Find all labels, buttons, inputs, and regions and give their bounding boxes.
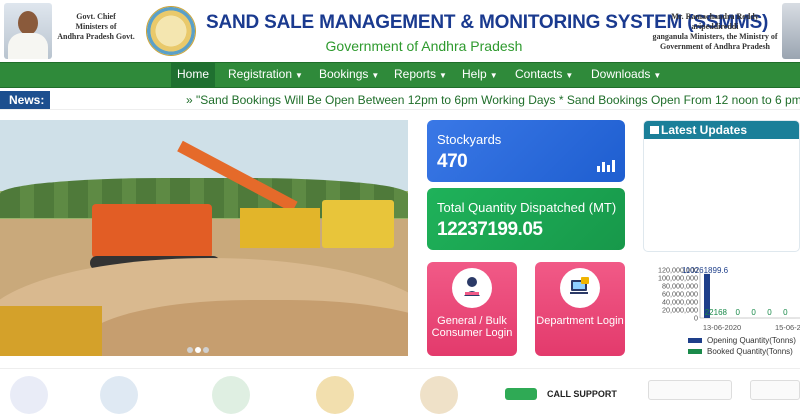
stockyards-value: 470 (437, 151, 467, 173)
nav-home[interactable]: Home (171, 63, 215, 87)
chief-minister-photo (4, 3, 52, 59)
nav-contacts[interactable]: Contacts▼ (515, 63, 573, 87)
news-label: News: (0, 91, 50, 109)
emblem-card[interactable] (648, 380, 732, 400)
y-tick-label: 20,000,000 (662, 306, 698, 315)
building-icon[interactable] (420, 376, 458, 414)
legend-label: Opening Quantity(Tonns) (707, 336, 796, 345)
ap-state-emblem (146, 6, 196, 56)
department-login-button[interactable]: Department Login (535, 262, 625, 356)
chief-minister-caption: Govt. Chief Ministers of Andhra Pradesh … (56, 12, 136, 42)
chevron-down-icon: ▼ (653, 71, 661, 80)
nav-registration[interactable]: Registration▼ (228, 63, 303, 87)
chevron-down-icon: ▼ (490, 71, 498, 80)
call-support-label[interactable]: CALL SUPPORT (547, 389, 617, 399)
data-label: 0 (751, 308, 756, 317)
page-title: SAND SALE MANAGEMENT & MONITORING SYSTEM… (206, 12, 642, 34)
consumer-login-icon (452, 268, 492, 308)
globe-icon[interactable] (212, 376, 250, 414)
nav-reports[interactable]: Reports▼ (394, 63, 447, 87)
mobile-app-icon[interactable] (10, 376, 48, 414)
carousel-dot[interactable] (187, 347, 193, 353)
nav-downloads[interactable]: Downloads▼ (591, 63, 661, 87)
nav-help[interactable]: Help▼ (462, 63, 498, 87)
general-bulk-login-label: General / Bulk Consumer Login (427, 315, 517, 339)
y-tick-label: 0 (694, 314, 698, 323)
delivery-icon[interactable] (100, 376, 138, 414)
x-tick-label: 13-06-2020 (703, 323, 741, 332)
minister-photo (782, 3, 800, 59)
nav-bookings[interactable]: Bookings▼ (319, 63, 379, 87)
dispatched-card[interactable]: Total Quantity Dispatched (MT) 12237199.… (427, 188, 625, 250)
main-nav: Home Registration▼ Bookings▼ Reports▼ He… (0, 62, 800, 88)
carousel-dot-active[interactable] (195, 347, 201, 353)
department-login-label: Department Login (535, 315, 625, 327)
legend-swatch (688, 338, 702, 343)
data-label: 110261899.6 (682, 266, 729, 275)
legend-swatch (688, 349, 702, 354)
bar-chart-icon (597, 158, 615, 172)
latest-updates-panel: Latest Updates (643, 120, 800, 252)
dispatched-value: 12237199.05 (437, 219, 542, 241)
phone-icon (505, 388, 537, 400)
sand-mining-photo (0, 120, 408, 356)
calendar-icon (650, 126, 659, 134)
legend-label: Booked Quantity(Tonns) (707, 347, 793, 356)
page-subtitle: Government of Andhra Pradesh (206, 38, 642, 54)
x-tick-label: 15-06-20 (775, 323, 800, 332)
latest-updates-header: Latest Updates (644, 121, 799, 139)
emblem-card-2[interactable] (750, 380, 800, 400)
carousel-dots (186, 340, 210, 358)
minister-caption: Mr. Ramachandra Reddy aripeddireddi gang… (648, 12, 782, 52)
stockyards-label: Stockyards (437, 132, 501, 147)
news-ticker: News: » "Sand Bookings Will Be Open Betw… (0, 90, 800, 110)
chevron-down-icon: ▼ (295, 71, 303, 80)
site-header: Govt. Chief Ministers of Andhra Pradesh … (0, 0, 800, 62)
chevron-down-icon: ▼ (439, 71, 447, 80)
chevron-down-icon: ▼ (371, 71, 379, 80)
department-login-icon (560, 268, 600, 308)
excavator-shape (92, 204, 212, 258)
sand-pile-icon[interactable] (316, 376, 354, 414)
stockyards-card[interactable]: Stockyards 470 (427, 120, 625, 182)
quantity-chart: 120,000,000100,000,00080,000,00060,000,0… (650, 262, 800, 364)
data-label: 0 (783, 308, 788, 317)
data-label: 22168 (705, 308, 728, 317)
carousel-dot[interactable] (203, 347, 209, 353)
data-label: 0 (767, 308, 772, 317)
chevron-down-icon: ▼ (565, 71, 573, 80)
news-text[interactable]: » "Sand Bookings Will Be Open Between 12… (186, 91, 800, 109)
data-label: 0 (736, 308, 741, 317)
general-bulk-login-button[interactable]: General / Bulk Consumer Login (427, 262, 517, 356)
dispatched-label: Total Quantity Dispatched (MT) (437, 200, 616, 215)
